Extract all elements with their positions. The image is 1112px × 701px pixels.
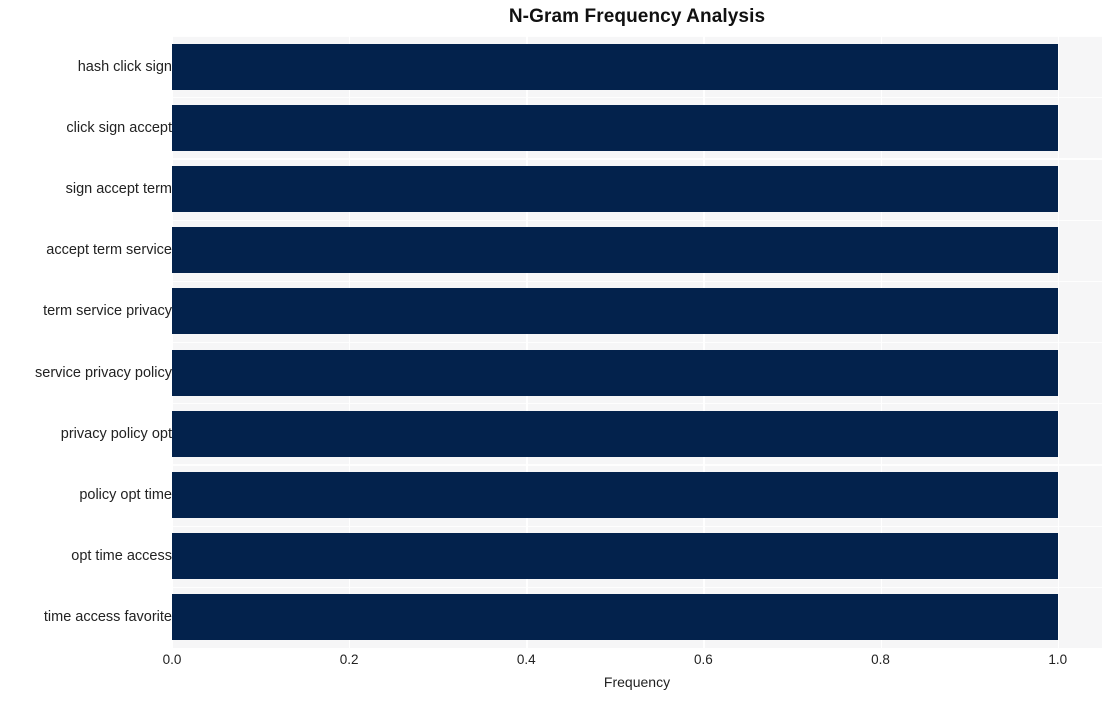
plot-area [172,36,1102,648]
y-tick-label: hash click sign [77,58,172,75]
x-axis-tick-labels: 0.0 0.2 0.4 0.6 0.8 1.0 [163,652,1102,676]
bar [172,533,1058,580]
gridline-horizontal [172,586,1102,589]
y-tick-label: sign accept term [65,181,172,197]
x-tick-label: 0.2 [339,652,359,667]
bar [172,43,1058,90]
gridline-horizontal [172,342,1102,344]
y-tick-label: accept term service [46,242,172,259]
y-tick-label: policy opt time [79,487,172,503]
x-axis-label: Frequency [603,674,671,690]
gridline-horizontal [172,280,1102,283]
gridline-horizontal [172,403,1102,405]
bar [172,594,1058,641]
y-tick-label: service privacy policy [35,364,172,381]
bar [172,288,1058,335]
chart-figure: N-Gram Frequency Analysis hash click sig… [0,0,1112,701]
bar [172,227,1058,274]
y-tick-label: term service privacy [43,303,172,320]
x-tick-label: 0.4 [516,652,536,667]
bar [172,166,1058,212]
gridline-horizontal [172,464,1102,466]
bar [172,410,1058,457]
x-tick-label: 1.0 [1048,652,1068,667]
gridline-horizontal [172,36,1102,38]
x-tick-label: 0.6 [694,652,713,667]
bar [172,349,1058,396]
chart-title: N-Gram Frequency Analysis [508,6,766,27]
gridline-horizontal [172,219,1102,221]
x-tick-label: 0.0 [162,652,182,667]
gridline-horizontal [172,97,1102,99]
y-tick-label: opt time access [71,548,172,565]
bar [172,472,1058,518]
gridline-vertical [1057,36,1059,648]
y-tick-label: click sign accept [66,119,172,136]
x-tick-label: 0.8 [871,652,890,667]
gridline-horizontal [172,158,1102,160]
y-tick-label: privacy policy opt [60,425,172,442]
y-tick-label: time access favorite [43,609,172,626]
y-axis-tick-labels: hash click sign click sign accept sign acc… [0,36,172,648]
gridline-horizontal [172,525,1102,527]
bar [172,104,1058,151]
